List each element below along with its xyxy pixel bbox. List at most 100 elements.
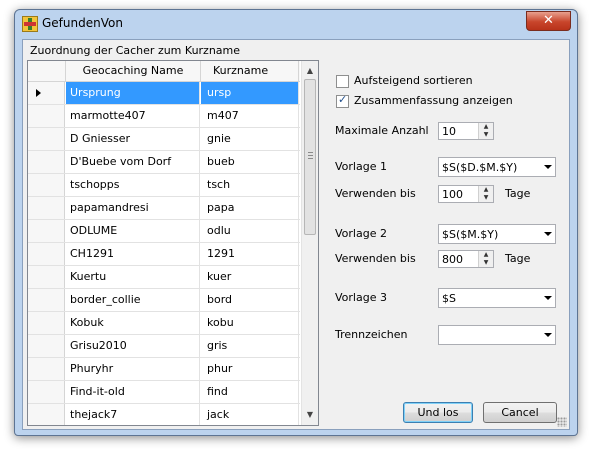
row-header-cell[interactable]: [28, 243, 65, 265]
max-count-spin[interactable]: ▲ ▼: [478, 123, 493, 139]
use-until1-stepper[interactable]: 100 ▲ ▼: [438, 185, 494, 203]
cell-kurzname[interactable]: bord: [201, 289, 299, 311]
table-row[interactable]: Find-it-old find: [28, 381, 300, 404]
row-header-cell[interactable]: [28, 289, 65, 311]
row-header-cell[interactable]: [28, 404, 65, 425]
thumb-grip-line: [308, 152, 313, 153]
table-row[interactable]: border_collie bord: [28, 289, 300, 312]
spin-down-icon[interactable]: ▼: [479, 259, 493, 267]
cell-geocaching-name[interactable]: Kobuk: [66, 312, 200, 334]
table-row[interactable]: papamandresi papa: [28, 197, 300, 220]
table-row[interactable]: ODLUME odlu: [28, 220, 300, 243]
cell-geocaching-name[interactable]: border_collie: [66, 289, 200, 311]
table-row[interactable]: Kobuk kobu: [28, 312, 300, 335]
cell-kurzname[interactable]: kuer: [201, 266, 299, 288]
cell-kurzname[interactable]: tsch: [201, 174, 299, 196]
cell-geocaching-name[interactable]: D'Buebe vom Dorf: [66, 151, 200, 173]
use-until1-spin[interactable]: ▲ ▼: [478, 186, 493, 202]
template3-select[interactable]: $S: [438, 288, 556, 308]
row-header-cell[interactable]: [28, 151, 65, 173]
table-row[interactable]: D Gniesser gnie: [28, 128, 300, 151]
chevron-down-icon[interactable]: [544, 296, 552, 300]
spin-down-icon[interactable]: ▼: [479, 194, 493, 202]
template1-select[interactable]: $S($D.$M.$Y): [438, 157, 556, 177]
show-summary-checkbox[interactable]: [336, 93, 349, 108]
cell-kurzname[interactable]: jack: [201, 404, 299, 425]
chevron-down-icon[interactable]: [544, 232, 552, 236]
ok-button[interactable]: Und los: [403, 402, 473, 423]
table-row[interactable]: Phuryhr phur: [28, 358, 300, 381]
cell-geocaching-name[interactable]: CH1291: [66, 243, 200, 265]
row-header-cell[interactable]: [28, 381, 65, 403]
cell-geocaching-name[interactable]: papamandresi: [66, 197, 200, 219]
use-until1-label: Verwenden bis: [335, 187, 416, 200]
table-row[interactable]: CH1291 1291: [28, 243, 300, 266]
cell-kurzname[interactable]: m407: [201, 105, 299, 127]
spin-down-icon[interactable]: ▼: [479, 131, 493, 139]
use-until2-value[interactable]: 800: [442, 253, 463, 266]
template2-select[interactable]: $S($M.$Y): [438, 224, 556, 244]
cell-kurzname[interactable]: papa: [201, 197, 299, 219]
grid-vertical-scrollbar[interactable]: ▲ ▼: [301, 61, 318, 425]
scroll-up-arrow-icon[interactable]: ▲: [302, 63, 318, 79]
column-header-kurzname[interactable]: Kurzname: [201, 61, 299, 81]
use-until1-unit: Tage: [505, 187, 531, 200]
cell-kurzname[interactable]: gnie: [201, 128, 299, 150]
resize-grip-icon[interactable]: [557, 417, 567, 427]
use-until1-value[interactable]: 100: [442, 188, 463, 201]
row-header-cell[interactable]: [28, 266, 65, 288]
row-header-cell[interactable]: [28, 105, 65, 127]
cell-geocaching-name[interactable]: Ursprung: [66, 82, 200, 104]
table-row[interactable]: tschopps tsch: [28, 174, 300, 197]
row-header-cell[interactable]: [28, 82, 65, 104]
cancel-button[interactable]: Cancel: [483, 402, 557, 423]
row-header-cell[interactable]: [28, 335, 65, 357]
cell-kurzname[interactable]: phur: [201, 358, 299, 380]
cell-kurzname[interactable]: find: [201, 381, 299, 403]
cell-geocaching-name[interactable]: Phuryhr: [66, 358, 200, 380]
close-button[interactable]: ✕: [526, 11, 571, 31]
column-header-geocaching-name[interactable]: Geocaching Name: [66, 61, 201, 81]
row-header-cell[interactable]: [28, 197, 65, 219]
cell-geocaching-name[interactable]: tschopps: [66, 174, 200, 196]
sort-ascending-label[interactable]: Aufsteigend sortieren: [354, 74, 473, 87]
show-summary-label[interactable]: Zusammenfassung anzeigen: [354, 94, 513, 107]
cell-geocaching-name[interactable]: marmotte407: [66, 105, 200, 127]
cell-geocaching-name[interactable]: thejack7: [66, 404, 200, 425]
row-header-cell[interactable]: [28, 220, 65, 242]
chevron-down-icon[interactable]: [544, 165, 552, 169]
cell-kurzname[interactable]: kobu: [201, 312, 299, 334]
max-count-stepper[interactable]: 10 ▲ ▼: [438, 122, 494, 140]
use-until2-stepper[interactable]: 800 ▲ ▼: [438, 250, 494, 268]
cell-geocaching-name[interactable]: Kuertu: [66, 266, 200, 288]
cell-geocaching-name[interactable]: Find-it-old: [66, 381, 200, 403]
table-row[interactable]: thejack7 jack: [28, 404, 300, 425]
cell-kurzname[interactable]: gris: [201, 335, 299, 357]
max-count-value[interactable]: 10: [442, 125, 456, 138]
scroll-down-arrow-icon[interactable]: ▼: [302, 407, 318, 423]
table-row[interactable]: Grisu2010 gris: [28, 335, 300, 358]
table-row[interactable]: marmotte407 m407: [28, 105, 300, 128]
scroll-thumb[interactable]: [304, 79, 316, 235]
cell-geocaching-name[interactable]: ODLUME: [66, 220, 200, 242]
cell-kurzname[interactable]: 1291: [201, 243, 299, 265]
use-until2-spin[interactable]: ▲ ▼: [478, 251, 493, 267]
table-row[interactable]: Kuertu kuer: [28, 266, 300, 289]
row-header-cell[interactable]: [28, 312, 65, 334]
separator-select[interactable]: [438, 325, 556, 345]
sort-ascending-checkbox[interactable]: [336, 75, 349, 88]
row-header-cell[interactable]: [28, 358, 65, 380]
row-header-cell[interactable]: [28, 128, 65, 150]
cell-kurzname[interactable]: ursp: [201, 82, 299, 104]
cacher-grid[interactable]: Geocaching Name Kurzname Ursprung ursp mar…: [27, 60, 319, 426]
cell-kurzname[interactable]: odlu: [201, 220, 299, 242]
table-row[interactable]: Ursprung ursp: [28, 82, 300, 105]
cell-kurzname[interactable]: bueb: [201, 151, 299, 173]
chevron-down-icon[interactable]: [544, 333, 552, 337]
cell-geocaching-name[interactable]: Grisu2010: [66, 335, 200, 357]
row-header-corner[interactable]: [28, 61, 66, 81]
cell-geocaching-name[interactable]: D Gniesser: [66, 128, 200, 150]
table-row[interactable]: D'Buebe vom Dorf bueb: [28, 151, 300, 174]
row-header-cell[interactable]: [28, 174, 65, 196]
title-bar[interactable]: GefundenVon ✕: [15, 10, 577, 38]
